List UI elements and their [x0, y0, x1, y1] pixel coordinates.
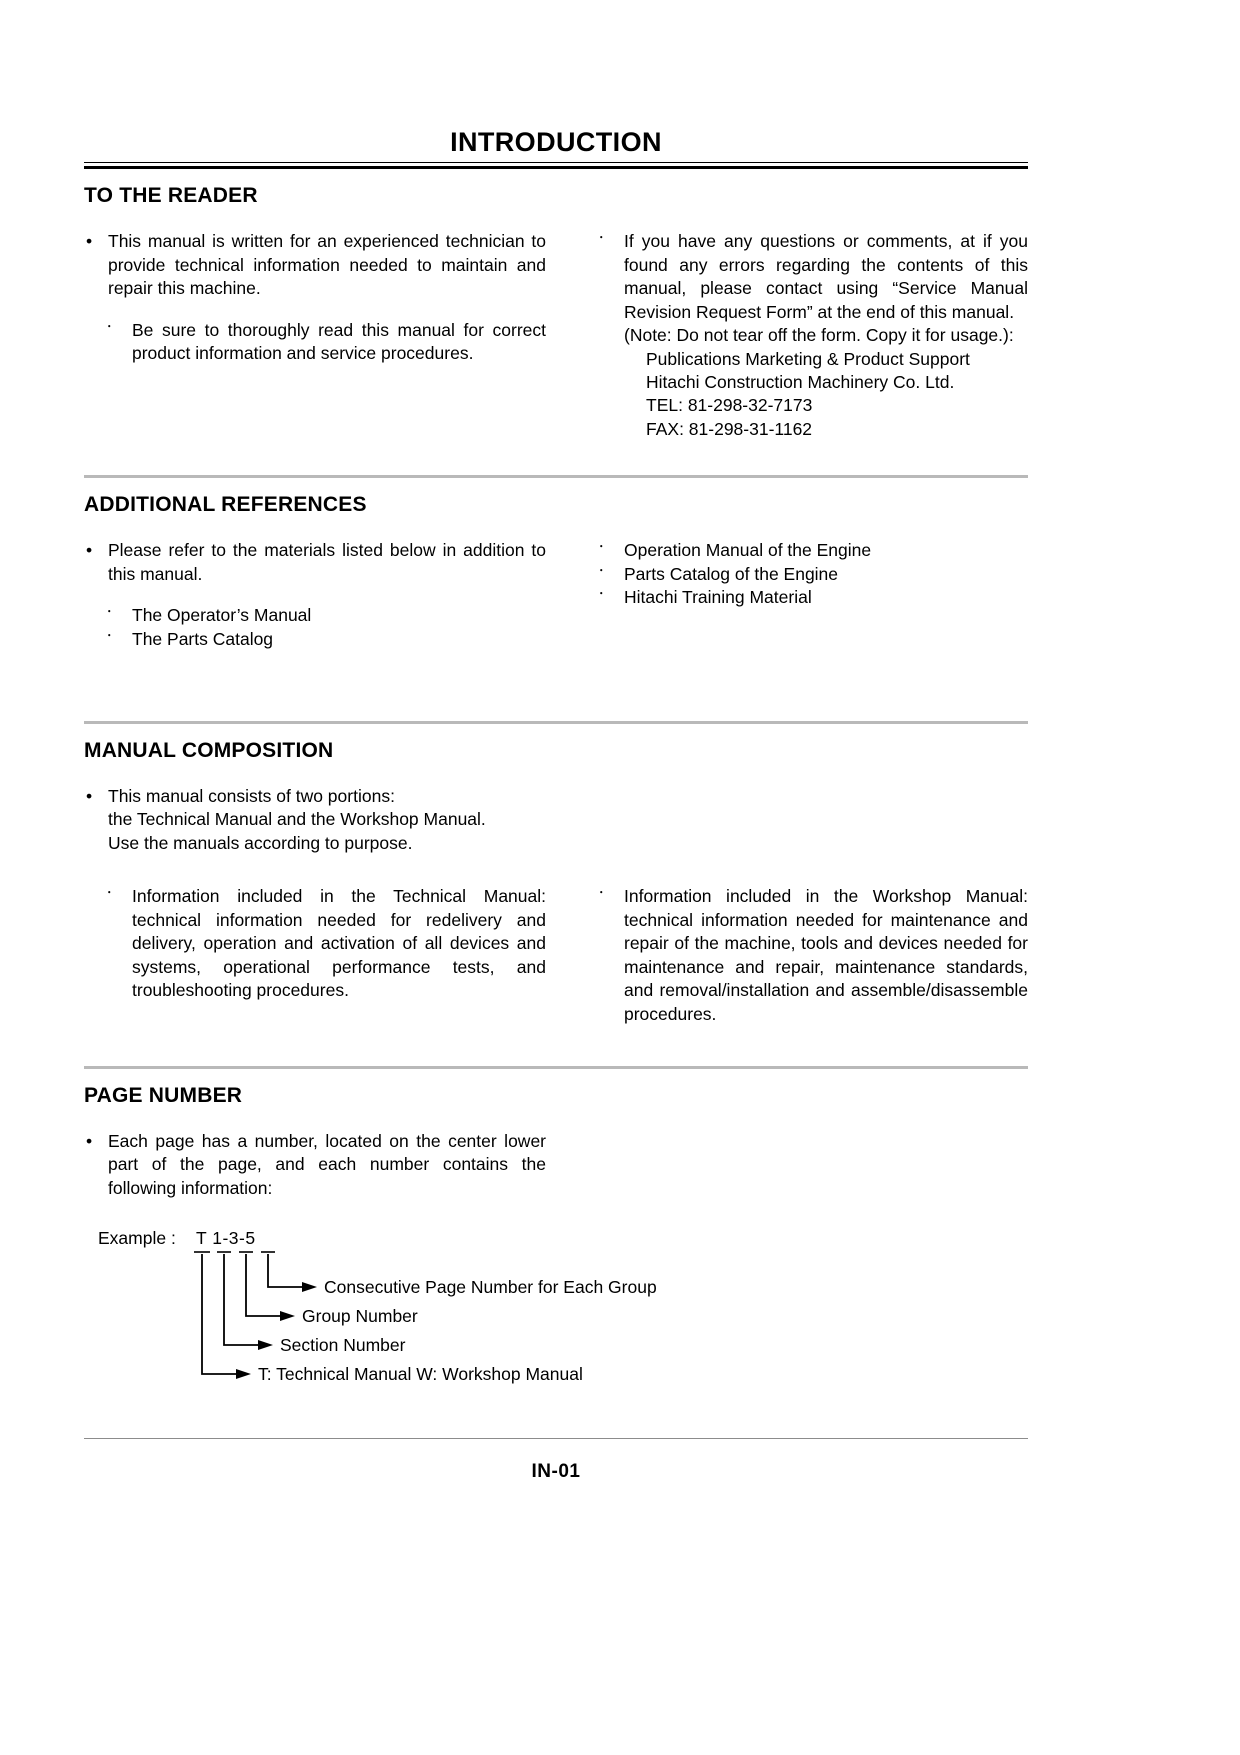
to-the-reader-right-column: ･ If you have any questions or comments,…: [598, 230, 1028, 441]
sub-bullet-item: ･ Operation Manual of the Engine: [598, 539, 1028, 562]
callout-section-number: Section Number: [280, 1335, 406, 1356]
bullet-item: • Each page has a number, located on the…: [84, 1130, 546, 1200]
sub-bullet-item: ･ Information included in the Technical …: [106, 885, 546, 1002]
sub-bullet-item: ･ Information included in the Workshop M…: [598, 885, 1028, 1026]
callout-group-number: Group Number: [302, 1306, 418, 1327]
section-heading-to-the-reader: TO THE READER: [84, 184, 258, 208]
sub-bullet-dot-icon: ･: [598, 562, 605, 578]
manual-composition-intro-row: • This manual consists of two portions: …: [84, 785, 1028, 855]
sub-bullet-text: Information included in the Technical Ma…: [132, 886, 546, 1001]
bullet-dot-icon: •: [86, 540, 93, 561]
address-line-2: Hitachi Construction Machinery Co. Ltd.: [646, 371, 955, 392]
sub-bullet-text: Be sure to thoroughly read this manual f…: [132, 319, 546, 364]
sub-bullet-item: ･ The Operator’s Manual: [106, 604, 546, 627]
callout-manual-type: T: Technical Manual W: Workshop Manual: [258, 1364, 583, 1385]
note-text: (Note: Do not tear off the form. Copy it…: [624, 325, 1014, 346]
title-rule-thick: [84, 166, 1028, 170]
sub-bullet-dot-icon: ･: [598, 586, 605, 602]
bullet-item: • This manual is written for an experien…: [84, 230, 546, 300]
title-rules: [84, 162, 1028, 170]
telephone-number: TEL: 81-298-32-7173: [646, 395, 813, 416]
sub-bullet-text: Operation Manual of the Engine: [624, 540, 872, 561]
bullet-dot-icon: •: [86, 786, 93, 807]
sub-bullet-text: The Parts Catalog: [132, 628, 274, 649]
sub-bullet-item: ･ Be sure to thoroughly read this manual…: [106, 319, 546, 366]
sub-bullet-text: Information included in the Workshop Man…: [624, 886, 1028, 1024]
sub-bullet-dot-icon: ･: [106, 885, 113, 901]
document-page: INTRODUCTION TO THE READER • This manual…: [0, 0, 1240, 1755]
bullet-dot-icon: •: [86, 1130, 93, 1151]
additional-references-columns: • Please refer to the materials listed b…: [84, 539, 1028, 651]
to-the-reader-left-column: • This manual is written for an experien…: [84, 230, 546, 441]
sub-bullet-dot-icon: ･: [598, 230, 605, 246]
page-number-row: • Each page has a number, located on the…: [84, 1130, 1028, 1200]
manual-composition-right-column: ･ Information included in the Workshop M…: [598, 885, 1028, 1026]
sub-bullet-text: The Operator’s Manual: [132, 605, 312, 626]
page-content: INTRODUCTION TO THE READER • This manual…: [84, 0, 1028, 1413]
address-line-1: Publications Marketing & Product Support: [646, 348, 970, 369]
sub-bullet-dot-icon: ･: [106, 604, 113, 620]
sub-bullet-dot-icon: ･: [598, 539, 605, 555]
additional-references-left-column: • Please refer to the materials listed b…: [84, 539, 546, 651]
sub-bullet-dot-icon: ･: [106, 627, 113, 643]
manual-composition-columns: ･ Information included in the Technical …: [84, 885, 1028, 1026]
sub-bullet-dot-icon: ･: [106, 318, 113, 334]
bullet-text-line-2: the Technical Manual and the Workshop Ma…: [108, 809, 486, 830]
section-heading-manual-composition: MANUAL COMPOSITION: [84, 739, 334, 763]
bullet-item: • Please refer to the materials listed b…: [84, 539, 546, 586]
callout-consecutive-page-number: Consecutive Page Number for Each Group: [324, 1277, 657, 1298]
bullet-text: Please refer to the materials listed bel…: [108, 540, 546, 584]
sub-bullet-text: Hitachi Training Material: [624, 587, 812, 608]
page-number-left-column: • Each page has a number, located on the…: [84, 1130, 546, 1200]
section-divider: [84, 1065, 1028, 1069]
to-the-reader-columns: • This manual is written for an experien…: [84, 230, 1028, 441]
page-footer: IN-01: [84, 1438, 1028, 1483]
bullet-text-line-3: Use the manuals according to purpose.: [108, 832, 413, 853]
footer-rule: [84, 1438, 1028, 1439]
sub-bullet-dot-icon: ･: [598, 885, 605, 901]
sub-bullet-text: Parts Catalog of the Engine: [624, 563, 839, 584]
section-divider: [84, 721, 1028, 725]
manual-composition-left-column: ･ Information included in the Technical …: [84, 885, 546, 1026]
bullet-dot-icon: •: [86, 231, 93, 252]
footer-page-number: IN-01: [531, 1461, 581, 1482]
sub-bullet-item: ･ The Parts Catalog: [106, 628, 546, 651]
section-divider: [84, 475, 1028, 479]
fax-number: FAX: 81-298-31-1162: [646, 418, 813, 439]
page-title: INTRODUCTION: [450, 127, 662, 157]
bullet-text: This manual is written for an experience…: [108, 231, 546, 299]
section-heading-additional-references: ADDITIONAL REFERENCES: [84, 493, 367, 517]
bullet-text-line-1: This manual consists of two portions:: [108, 786, 395, 807]
additional-references-right-column: ･ Operation Manual of the Engine ･ Parts…: [598, 539, 1028, 651]
sub-bullet-item: ･ Parts Catalog of the Engine: [598, 563, 1028, 586]
bullet-text: Each page has a number, located on the c…: [108, 1130, 546, 1198]
sub-bullet-text: If you have any questions or comments, a…: [624, 231, 1028, 322]
sub-bullet-item: ･ If you have any questions or comments,…: [598, 230, 1028, 324]
sub-bullet-item: ･ Hitachi Training Material: [598, 586, 1028, 609]
manual-composition-intro: • This manual consists of two portions: …: [84, 785, 546, 855]
bullet-item: • This manual consists of two portions: …: [84, 785, 546, 855]
page-number-example-diagram: Example : T 1-3-5 Consecutive Page Numbe…: [84, 1228, 1028, 1413]
title-rule-thin: [84, 162, 1028, 164]
section-heading-page-number: PAGE NUMBER: [84, 1083, 243, 1107]
